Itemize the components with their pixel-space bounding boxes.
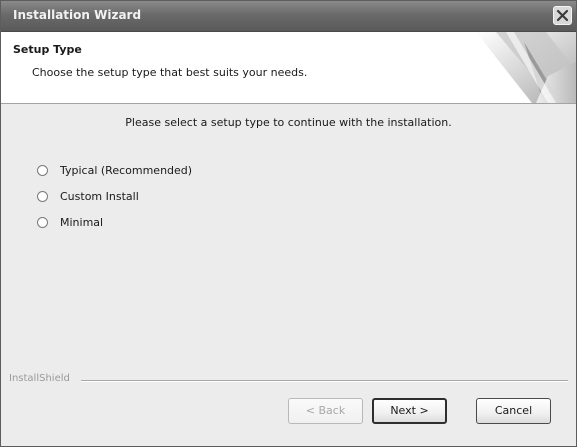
option-label: Minimal	[60, 215, 104, 229]
header-graphic-icon	[476, 32, 576, 103]
option-custom[interactable]: Custom Install	[37, 188, 139, 204]
brand-label: InstallShield	[9, 373, 70, 384]
title-bar[interactable]: Installation Wizard	[1, 1, 576, 32]
window-title: Installation Wizard	[13, 8, 142, 22]
header-title: Setup Type	[13, 43, 82, 56]
option-label: Custom Install	[60, 189, 139, 203]
radio-button[interactable]	[37, 216, 48, 228]
radio-button[interactable]	[37, 190, 48, 202]
header-subtitle: Choose the setup type that best suits yo…	[32, 66, 308, 79]
back-button[interactable]: < Back	[288, 398, 363, 424]
wizard-window: Installation Wizard Setup Type Choose th…	[0, 0, 577, 447]
footer-divider	[81, 380, 568, 382]
close-icon	[556, 9, 569, 22]
close-button[interactable]	[553, 6, 572, 25]
option-minimal[interactable]: Minimal	[37, 214, 103, 230]
next-button[interactable]: Next >	[372, 398, 447, 424]
wizard-header: Setup Type Choose the setup type that be…	[1, 32, 576, 104]
cancel-button[interactable]: Cancel	[476, 398, 551, 424]
option-label: Typical (Recommended)	[60, 163, 193, 177]
radio-button[interactable]	[37, 164, 48, 176]
option-typical[interactable]: Typical (Recommended)	[37, 162, 192, 178]
setup-prompt: Please select a setup type to continue w…	[125, 116, 452, 129]
